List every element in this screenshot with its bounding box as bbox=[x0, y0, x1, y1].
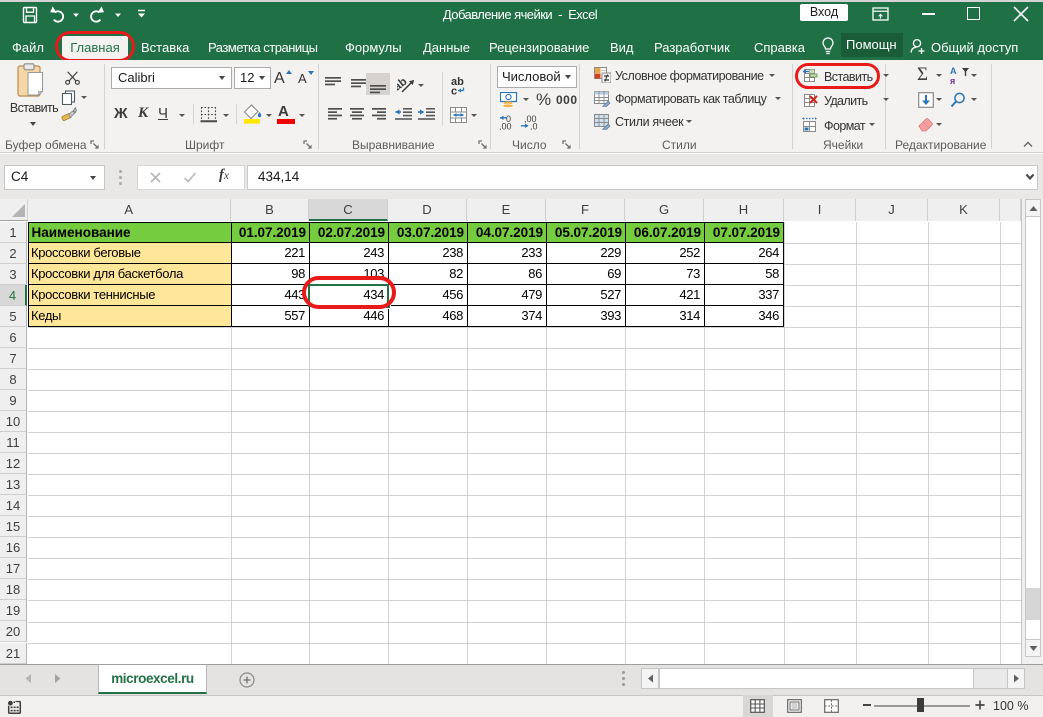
svg-text:c: c bbox=[451, 86, 457, 96]
svg-text:A: A bbox=[274, 70, 285, 87]
svg-text:я: я bbox=[950, 76, 955, 85]
svg-text:,0: ,0 bbox=[530, 122, 538, 131]
svg-text:A: A bbox=[298, 71, 307, 86]
svg-text:,00: ,00 bbox=[499, 122, 512, 131]
svg-text:А: А bbox=[950, 66, 957, 76]
